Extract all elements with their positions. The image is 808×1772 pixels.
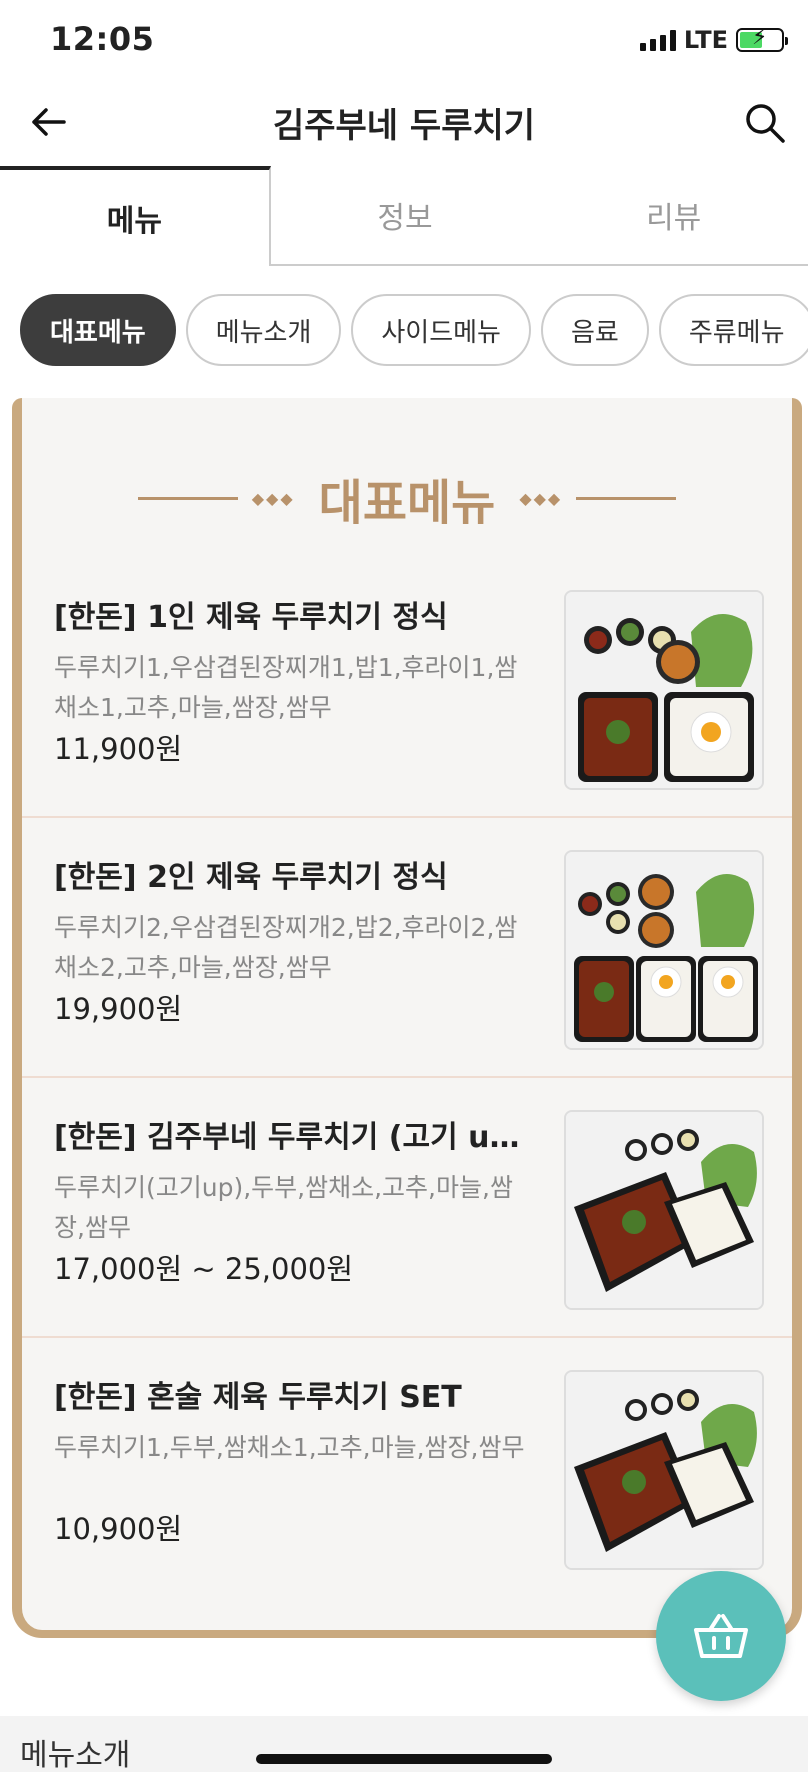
menu-item-description: 두루치기(고기up),두부,쌈채소,고추,마늘,쌈장,쌈무 [54,1173,513,1242]
chip-side-menu[interactable]: 사이드메뉴 [351,294,531,366]
tab-reviews[interactable]: 리뷰 [539,166,808,266]
menu-item-description: 두루치기1,두부,쌈채소1,고추,마늘,쌈장,쌈무 [54,1433,525,1462]
search-icon [746,104,785,143]
basket-icon [694,1614,748,1658]
menu-item-description: 두루치기1,우삼겹된장찌개1,밥1,후라이1,쌈채소1,고추,마늘,쌈장,쌈무 [54,653,518,722]
tab-menu[interactable]: 메뉴 [0,166,271,266]
cart-button[interactable] [656,1571,786,1701]
category-chips: 대표메뉴 메뉴소개 사이드메뉴 음료 주류메뉴 [20,294,808,368]
menu-item-price: 17,000원 ~ 25,000원 [54,1252,354,1286]
app-header: 김주부네 두루치기 [0,80,808,166]
menu-item[interactable]: [한돈] 1인 제육 두루치기 정식 두루치기1,우삼겹된장찌개1,밥1,후라이… [22,558,792,818]
diamond-ornament-icon: ◆◆◆ [519,488,563,508]
menu-item[interactable]: [한돈] 2인 제육 두루치기 정식 두루치기2,우삼겹된장찌개2,밥2,후라이… [22,818,792,1078]
battery-icon: ⚡ [736,27,788,52]
tab-info[interactable]: 정보 [270,166,540,266]
chip-drinks[interactable]: 음료 [540,294,649,366]
menu-item[interactable]: [한돈] 혼술 제육 두루치기 SET 두루치기1,두부,쌈채소1,고추,마늘,… [22,1338,792,1598]
menu-item-price: 11,900원 [54,732,183,766]
search-button[interactable] [740,98,790,148]
menu-item-title: [한돈] 1인 제육 두루치기 정식 [54,600,448,635]
divider [137,496,238,500]
divider [576,496,677,500]
page-title: 김주부네 두루치기 [272,106,536,146]
menu-item-photo [564,1370,764,1570]
menu-item[interactable]: [한돈] 김주부네 두루치기 (고기 up… 두루치기(고기up),두부,쌈채소… [22,1078,792,1338]
signature-menu-panel: ◆◆◆ 대표메뉴 ◆◆◆ [한돈] 1인 제육 두루치기 정식 두루치기1,우삼… [12,398,802,1638]
menu-item-photo [564,850,764,1050]
status-time: 12:05 [50,20,155,58]
menu-list: [한돈] 1인 제육 두루치기 정식 두루치기1,우삼겹된장찌개1,밥1,후라이… [22,558,792,1598]
diamond-ornament-icon: ◆◆◆ [251,488,295,508]
menu-item-title: [한돈] 김주부네 두루치기 (고기 up… [54,1120,524,1155]
status-indicators: LTE ⚡ [639,26,788,54]
network-label: LTE [683,26,728,54]
tab-bar: 메뉴 정보 리뷰 [0,166,808,266]
menu-item-title: [한돈] 2인 제육 두루치기 정식 [54,860,448,895]
menu-item-price: 10,900원 [54,1512,183,1546]
section-title: 대표메뉴 [318,475,496,531]
menu-item-description: 두루치기2,우삼겹된장찌개2,밥2,후라이2,쌈채소2,고추,마늘,쌈장,쌈무 [54,913,518,982]
next-section-title: 메뉴소개 [20,1738,131,1772]
menu-item-photo [564,590,764,790]
status-bar: 12:05 LTE ⚡ [0,0,808,80]
menu-item-title: [한돈] 혼술 제육 두루치기 SET [54,1380,462,1415]
menu-item-photo [564,1110,764,1310]
home-indicator [256,1754,552,1764]
chip-signature-menu[interactable]: 대표메뉴 [20,294,176,366]
menu-item-price: 19,900원 [54,992,183,1026]
chip-alcohol-menu[interactable]: 주류메뉴 [658,294,808,366]
section-heading: ◆◆◆ 대표메뉴 ◆◆◆ [22,463,792,533]
chip-menu-intro[interactable]: 메뉴소개 [185,294,342,366]
signal-icon [639,29,676,51]
